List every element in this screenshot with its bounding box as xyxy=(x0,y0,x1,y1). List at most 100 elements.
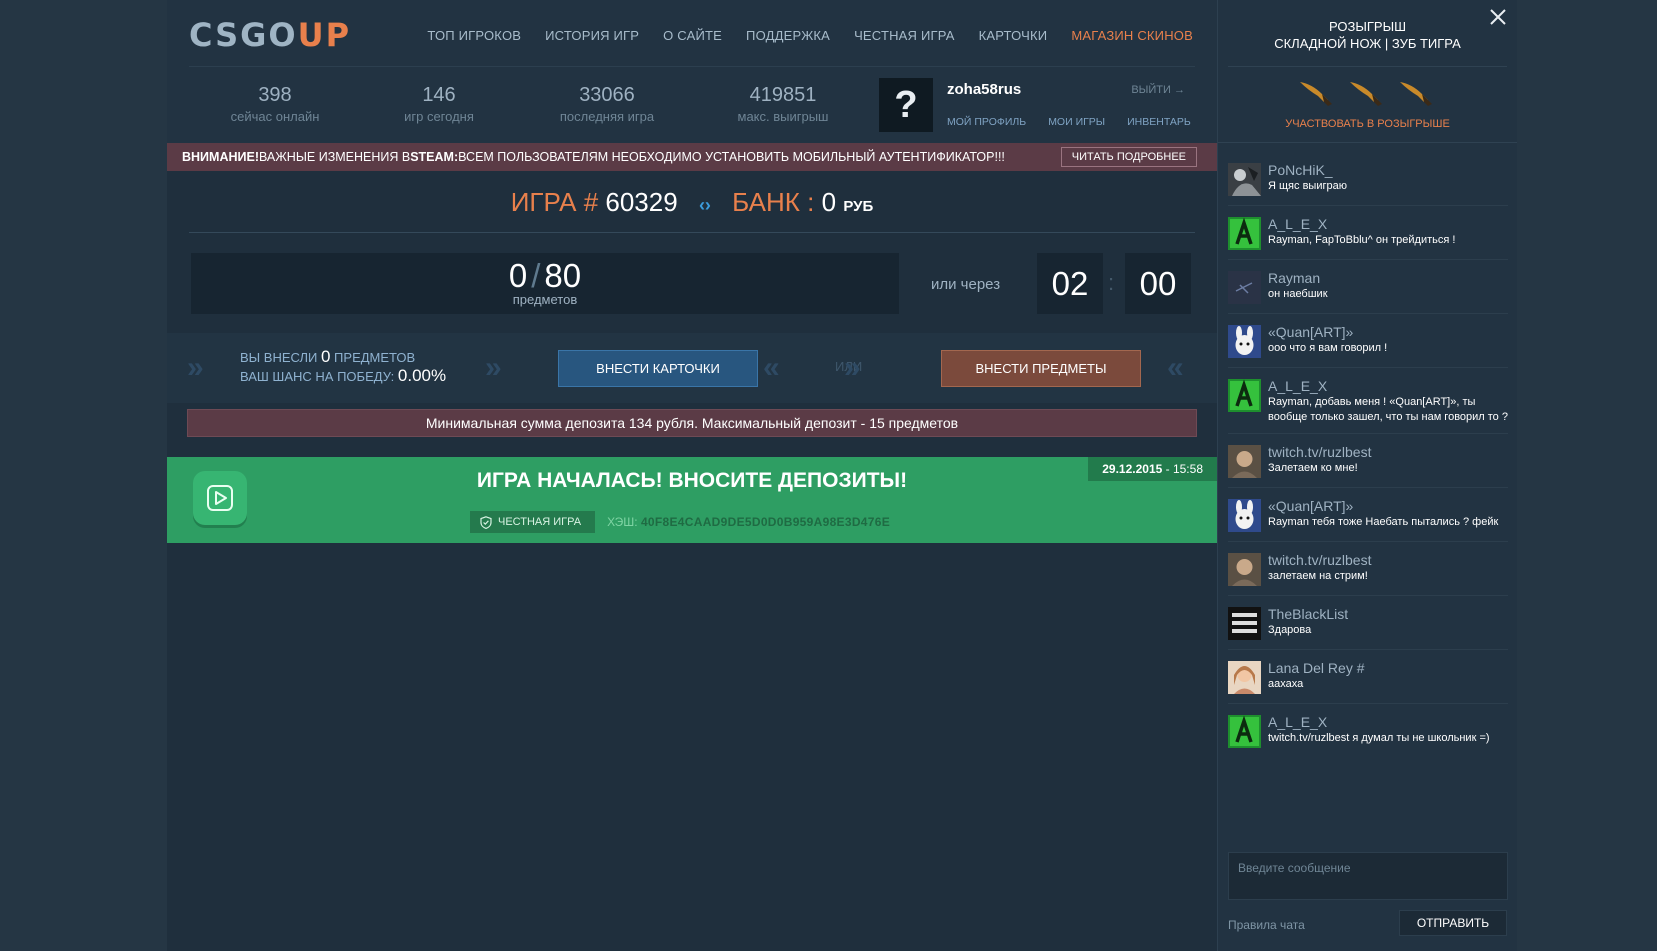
avatar[interactable] xyxy=(1228,271,1261,304)
deposit-chance-line: ВАШ ШАНС НА ПОБЕДУ: 0.00% xyxy=(240,367,446,386)
chat-message: twitch.tv/ruzlbest залетаем на стрим! xyxy=(1228,542,1508,596)
chat-rules-link[interactable]: Правила чата xyxy=(1228,918,1305,932)
bank-value: 0 xyxy=(821,187,837,217)
chevron-right-icon: » xyxy=(844,351,861,384)
stat-label: игр сегодня xyxy=(404,109,474,124)
divider xyxy=(189,66,1195,67)
items-slash: / xyxy=(531,257,541,294)
avatar[interactable] xyxy=(1228,217,1261,250)
chat-author[interactable]: «Quan[ART]» xyxy=(1268,324,1508,340)
alert-text: ВАЖНЫЕ ИЗМЕНЕНИЯ В xyxy=(259,150,411,164)
send-button[interactable]: ОТПРАВИТЬ xyxy=(1399,910,1507,936)
nav-top-players[interactable]: ТОП ИГРОКОВ xyxy=(427,28,521,43)
avatar[interactable] xyxy=(1228,607,1261,640)
nav-history[interactable]: ИСТОРИЯ ИГР xyxy=(545,28,639,43)
chat-message: A_L_E_X Rayman, FapToBblu^ он трейдиться… xyxy=(1228,206,1508,260)
stat-label: макс. выигрыш xyxy=(737,109,829,124)
nav-cards[interactable]: КАРТОЧКИ xyxy=(979,28,1048,43)
chat-text: он наебшик xyxy=(1268,288,1328,300)
chevron-left-icon: « xyxy=(763,351,780,384)
knife-icon xyxy=(1400,82,1432,106)
my-games-link[interactable]: МОИ ИГРЫ xyxy=(1048,116,1105,128)
avatar[interactable] xyxy=(1228,553,1261,586)
fair-row: ЧЕСТНАЯ ИГРА ХЭШ: 40F8E4CAAD9DE5D0D0B959… xyxy=(470,511,890,533)
code-arrows-icon: ‹› xyxy=(698,195,711,215)
game-header: ИГРА # 60329 ‹› БАНК : 0 РУБ xyxy=(167,171,1217,233)
chat-author[interactable]: TheBlackList xyxy=(1268,606,1508,622)
chat-author[interactable]: twitch.tv/ruzlbest xyxy=(1268,444,1508,460)
username[interactable]: zoha58rus xyxy=(947,81,1021,98)
game-hash-sign: # xyxy=(583,187,599,217)
avatar[interactable] xyxy=(1228,325,1261,358)
items-max: 80 xyxy=(544,257,582,294)
nav-about[interactable]: О САЙТЕ xyxy=(663,28,722,43)
chat-author[interactable]: Rayman xyxy=(1268,270,1508,286)
avatar[interactable]: ? xyxy=(879,78,933,132)
deposit-count-line: ВЫ ВНЕСЛИ 0 ПРЕДМЕТОВ xyxy=(240,348,446,367)
win-chance: 0.00% xyxy=(397,366,447,385)
nav-skin-shop[interactable]: МАГАЗИН СКИНОВ xyxy=(1071,28,1193,43)
chat-input[interactable]: Введите сообщение xyxy=(1228,852,1508,900)
nav-support[interactable]: ПОДДЕРЖКА xyxy=(746,28,830,43)
deposit-cards-button[interactable]: ВНЕСТИ КАРТОЧКИ xyxy=(558,350,758,387)
avatar[interactable] xyxy=(1228,499,1261,532)
inventory-link[interactable]: ИНВЕНТАРЬ xyxy=(1127,116,1191,128)
chevron-right-icon: » xyxy=(187,351,204,384)
game-date-day: 29.12.2015 xyxy=(1102,462,1163,476)
chevron-left-icon: « xyxy=(1167,351,1184,384)
chat-text: twitch.tv/ruzlbest я думал ты не школьни… xyxy=(1268,732,1490,744)
chat-author[interactable]: A_L_E_X xyxy=(1268,216,1508,232)
my-profile-link[interactable]: МОЙ ПРОФИЛЬ xyxy=(947,116,1026,128)
stat-value: 33066 xyxy=(579,84,635,106)
join-raffle-link[interactable]: УЧАСТВОВАТЬ В РОЗЫГРЫШЕ xyxy=(1218,118,1517,130)
chat-author[interactable]: A_L_E_X xyxy=(1268,378,1508,394)
divider xyxy=(1218,142,1517,143)
avatar[interactable] xyxy=(1228,445,1261,478)
game-started-title: ИГРА НАЧАЛАСЬ! ВНОСИТЕ ДЕПОЗИТЫ! xyxy=(476,469,908,492)
chat-author[interactable]: «Quan[ART]» xyxy=(1268,498,1508,514)
deposit-limits: Минимальная сумма депозита 134 рубля. Ма… xyxy=(187,409,1197,437)
chat-message: «Quan[ART]» Rayman тебя тоже Наебать пыт… xyxy=(1228,488,1508,542)
deposit-info: ВЫ ВНЕСЛИ 0 ПРЕДМЕТОВ ВАШ ШАНС НА ПОБЕДУ… xyxy=(240,348,446,386)
raffle-title-line: РОЗЫГРЫШ xyxy=(1329,19,1406,34)
stat-games-today: 146 игр сегодня xyxy=(361,84,517,124)
read-more-button[interactable]: ЧИТАТЬ ПОДРОБНЕЕ xyxy=(1060,147,1197,167)
stat-max-win: 419851 макс. выигрыш xyxy=(697,84,869,124)
fair-game-badge[interactable]: ЧЕСТНАЯ ИГРА xyxy=(470,511,596,533)
deposit-items-button[interactable]: ВНЕСТИ ПРЕДМЕТЫ xyxy=(941,350,1141,387)
avatar[interactable] xyxy=(1228,163,1261,196)
right-sidebar: РОЗЫГРЫШ СКЛАДНОЙ НОЖ | ЗУБ ТИГРА УЧАСТВ… xyxy=(1217,0,1517,951)
avatar[interactable] xyxy=(1228,379,1261,412)
chat-text: Здарова xyxy=(1268,624,1312,636)
user-links: МОЙ ПРОФИЛЬ МОИ ИГРЫ ИНВЕНТАРЬ xyxy=(947,116,1191,128)
chat-author[interactable]: A_L_E_X xyxy=(1268,714,1508,730)
avatar[interactable] xyxy=(1228,661,1261,694)
fair-game-label: ЧЕСТНАЯ ИГРА xyxy=(498,516,582,528)
nav-fair-game[interactable]: ЧЕСТНАЯ ИГРА xyxy=(854,28,955,43)
game-title: ИГРА # 60329 ‹› БАНК : 0 РУБ xyxy=(167,171,1217,238)
stat-label: последняя игра xyxy=(559,109,655,124)
top-nav: ТОП ИГРОКОВ ИСТОРИЯ ИГР О САЙТЕ ПОДДЕРЖК… xyxy=(427,28,1193,43)
divider xyxy=(189,232,1195,233)
hash-label: ХЭШ: xyxy=(607,515,641,529)
logout-link[interactable]: выйти → xyxy=(1131,84,1185,96)
chat-author[interactable]: Lana Del Rey # xyxy=(1268,660,1508,676)
chat-text: Rayman, добавь меня ! «Quan[ART]», ты во… xyxy=(1268,396,1508,423)
deposit-text: ПРЕДМЕТОВ xyxy=(330,350,416,365)
chat-text: ооо что я вам говорил ! xyxy=(1268,342,1388,354)
logo[interactable]: CSGOUP xyxy=(189,16,351,54)
chat-author[interactable]: PoNcHiK_ xyxy=(1268,162,1508,178)
divider xyxy=(1228,66,1507,67)
chevron-right-icon: » xyxy=(485,351,502,384)
chat-message: A_L_E_X Rayman, добавь меня ! «Quan[ART]… xyxy=(1228,368,1508,434)
chat-author[interactable]: twitch.tv/ruzlbest xyxy=(1268,552,1508,568)
deposit-text: ВЫ ВНЕСЛИ xyxy=(240,350,321,365)
bank-colon: : xyxy=(807,187,815,217)
stats-bar: 398 сейчас онлайн 146 игр сегодня 33066 … xyxy=(189,84,869,124)
items-label: предметов xyxy=(512,292,578,307)
avatar[interactable] xyxy=(1228,715,1261,748)
deposit-band: » ВЫ ВНЕСЛИ 0 ПРЕДМЕТОВ ВАШ ШАНС НА ПОБЕ… xyxy=(167,333,1217,403)
bank-label: БАНК xyxy=(732,187,800,217)
game-number: 60329 xyxy=(605,187,678,217)
game-date-time: - 15:58 xyxy=(1162,462,1203,476)
